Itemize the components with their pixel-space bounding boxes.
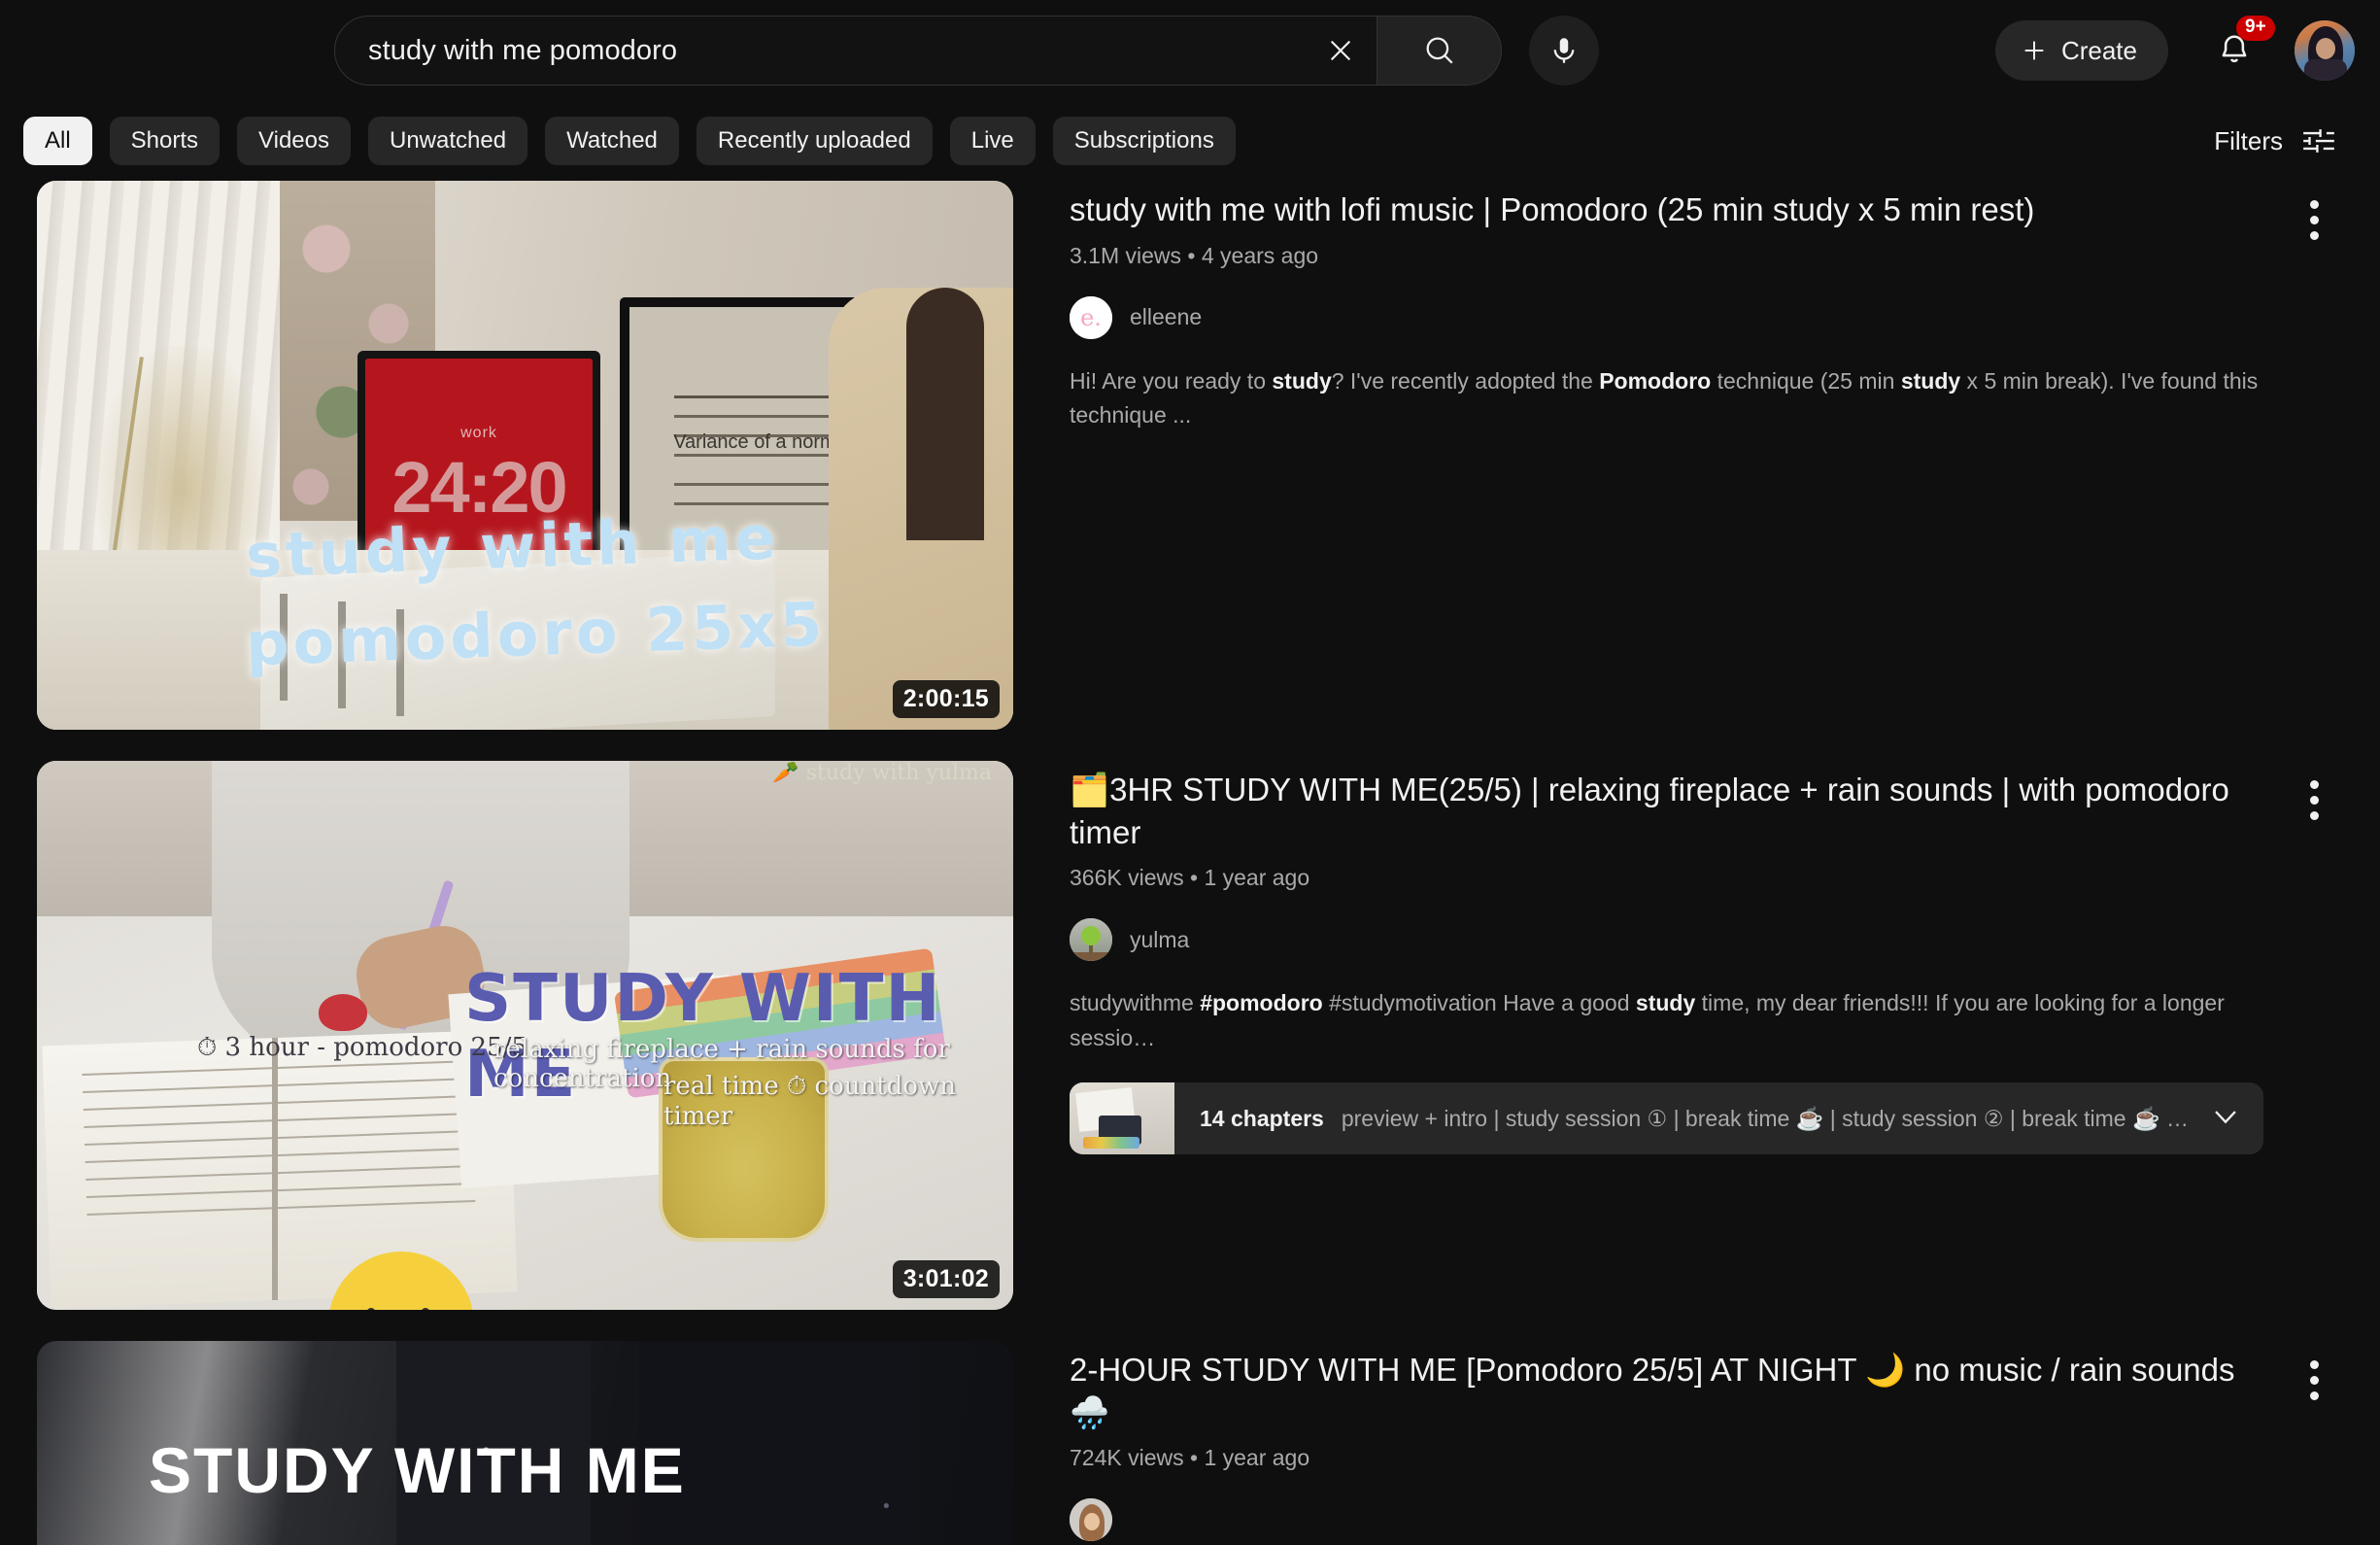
top-header: Create 9+ (0, 0, 2380, 101)
chip-live[interactable]: Live (949, 117, 1036, 165)
chip-unwatched[interactable]: Unwatched (368, 117, 528, 165)
chevron-down-icon[interactable] (2209, 1100, 2242, 1138)
channel-link[interactable] (1070, 1498, 2263, 1542)
more-vertical-icon[interactable] (2287, 772, 2341, 827)
video-info: 2-HOUR STUDY WITH ME [Pomodoro 25/5] AT … (1013, 1341, 2380, 1545)
chip-videos[interactable]: Videos (237, 117, 351, 165)
more-vertical-icon[interactable] (2287, 192, 2341, 247)
thumb-overlay-title: STUDY WITH ME (149, 1434, 686, 1506)
plus-icon (2024, 41, 2044, 60)
video-metadata: 3.1M views • 4 years ago (1070, 242, 1319, 268)
chip-all[interactable]: All (23, 117, 92, 165)
video-title[interactable]: 2-HOUR STUDY WITH ME [Pomodoro 25/5] AT … (1070, 1349, 2263, 1433)
search-input[interactable] (368, 34, 1310, 67)
chapters-count: 14 chapters (1200, 1105, 1324, 1131)
notifications-badge: 9+ (2236, 16, 2275, 41)
thumb-overlay-right-2: real time ⏱ countdown timer (663, 1072, 956, 1131)
search-result-item: 🥕 study with yulma STUDY WITH ME ⏱ 3 hou… (37, 761, 2380, 1310)
search-box[interactable] (334, 16, 1377, 86)
video-duration-badge: 3:01:02 (892, 1260, 1000, 1298)
thumbnail-artwork: STUDY WITH ME ⏰ 2 HOURS POMODORO 25/5 (37, 1341, 1013, 1545)
search-icon (1426, 37, 1453, 64)
video-title[interactable]: study with me with lofi music | Pomodoro… (1070, 189, 2263, 231)
microphone-icon (1553, 38, 1575, 63)
search-results-list: Variance of a normal population work 24:… (0, 181, 2380, 1545)
clear-search-icon[interactable] (1310, 20, 1371, 81)
chip-watched[interactable]: Watched (545, 117, 679, 165)
video-description: studywithme #pomodoro #studymotivation H… (1070, 990, 2225, 1050)
thumbnail-artwork: Variance of a normal population work 24:… (37, 181, 1013, 730)
chapters-strip[interactable]: 14 chapters preview + intro | study sess… (1070, 1082, 2263, 1155)
video-info: study with me with lofi music | Pomodoro… (1013, 181, 2380, 730)
avatar-image (2295, 20, 2355, 81)
video-thumbnail[interactable]: Variance of a normal population work 24:… (37, 181, 1013, 730)
video-duration-badge: 2:00:15 (892, 680, 1000, 718)
voice-search-button[interactable] (1529, 16, 1599, 86)
video-title[interactable]: 🗂️3HR STUDY WITH ME(25/5) | relaxing fir… (1070, 769, 2263, 853)
video-metadata: 724K views • 1 year ago (1070, 1445, 1310, 1471)
video-metadata: 366K views • 1 year ago (1070, 865, 1310, 891)
search-result-item: Variance of a normal population work 24:… (37, 181, 2380, 730)
thumb-screen-label: work (460, 424, 497, 441)
thumb-overlay-left: ⏱ 3 hour - pomodoro 25/5 (197, 1033, 527, 1062)
create-button[interactable]: Create (1994, 20, 2168, 81)
channel-avatar (1070, 918, 1112, 962)
chip-subscriptions[interactable]: Subscriptions (1052, 117, 1236, 165)
filters-label: Filters (2214, 125, 2283, 155)
chip-recently-uploaded[interactable]: Recently uploaded (696, 117, 933, 165)
more-vertical-icon[interactable] (2287, 1353, 2341, 1407)
channel-avatar: e. (1070, 295, 1112, 339)
channel-avatar (1070, 1498, 1112, 1542)
avatar[interactable] (2295, 20, 2355, 81)
video-description: Hi! Are you ready to study? I've recentl… (1070, 367, 2259, 429)
chapter-thumbnail (1070, 1082, 1174, 1155)
channel-name: elleene (1130, 304, 1203, 330)
chip-shorts[interactable]: Shorts (109, 117, 221, 165)
channel-link[interactable]: e. elleene (1070, 295, 2263, 339)
notifications-button[interactable]: 9+ (2197, 14, 2275, 87)
chapters-list: preview + intro | study session ① | brea… (1341, 1105, 2193, 1131)
create-button-label: Create (2060, 35, 2137, 65)
video-thumbnail[interactable]: STUDY WITH ME ⏰ 2 HOURS POMODORO 25/5 (37, 1341, 1013, 1545)
filters-button[interactable]: Filters (2214, 126, 2337, 156)
thumbnail-artwork: 🥕 study with yulma STUDY WITH ME ⏱ 3 hou… (37, 761, 1013, 1310)
channel-name: yulma (1130, 926, 1190, 952)
channel-link[interactable]: yulma (1070, 918, 2263, 962)
thumb-watermark: 🥕 study with yulma (772, 761, 992, 785)
video-thumbnail[interactable]: 🥕 study with yulma STUDY WITH ME ⏱ 3 hou… (37, 761, 1013, 1310)
filter-chip-bar: All Shorts Videos Unwatched Watched Rece… (0, 101, 2380, 181)
search-result-item: STUDY WITH ME ⏰ 2 HOURS POMODORO 25/5 2-… (37, 1341, 2380, 1545)
video-info: 🗂️3HR STUDY WITH ME(25/5) | relaxing fir… (1013, 761, 2380, 1310)
header-actions: Create 9+ (1994, 14, 2355, 87)
search-area (334, 16, 1599, 86)
search-submit-button[interactable] (1377, 16, 1502, 86)
filters-sliders-icon (2303, 129, 2334, 153)
